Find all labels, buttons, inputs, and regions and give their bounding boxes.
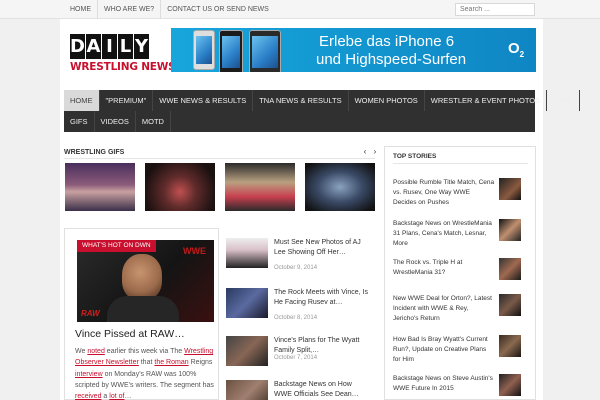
story-title[interactable]: How Bad Is Bray Wyatt's Current Run?, Up… bbox=[393, 335, 495, 365]
logo-letter: I bbox=[102, 34, 117, 59]
featured-title[interactable]: Vince Pissed at RAW… bbox=[75, 328, 185, 340]
logo-subtitle: WRESTLING NEWS bbox=[70, 61, 176, 73]
logo-letter: A bbox=[86, 34, 101, 59]
story-thumbnail[interactable] bbox=[499, 335, 521, 357]
ad-line-2: und Highspeed-Surfen bbox=[316, 51, 467, 68]
nav-motd[interactable]: MOTD bbox=[136, 111, 171, 132]
nav-wwe-news[interactable]: WWE News & Results bbox=[153, 90, 254, 111]
excerpt-text: earlier this week via The bbox=[104, 348, 185, 355]
logo-daily: D A I L Y bbox=[70, 34, 149, 59]
nav-event-photos[interactable]: Wrestler & Event Photos bbox=[425, 90, 548, 111]
article-date: October 9, 2014 bbox=[274, 265, 318, 271]
ad-banner[interactable]: Erlebe das iPhone 6 und Highspeed-Surfen… bbox=[171, 28, 536, 72]
excerpt-text: … bbox=[124, 393, 132, 400]
story-title[interactable]: New WWE Deal for Orton?, Latest Incident… bbox=[393, 294, 495, 324]
prev-arrow-icon[interactable]: ‹ bbox=[361, 148, 369, 156]
inline-link[interactable]: the Roman bbox=[154, 359, 188, 366]
gif-thumbnail[interactable] bbox=[225, 163, 295, 211]
gif-thumbnail[interactable] bbox=[305, 163, 375, 211]
nav-home[interactable]: Home bbox=[64, 90, 100, 111]
nav-women-photos[interactable]: Women Photos bbox=[349, 90, 425, 111]
story-thumbnail[interactable] bbox=[499, 374, 521, 396]
logo-letter: Y bbox=[134, 34, 149, 59]
story-title[interactable]: Backstage News on Steve Austin's WWE Fut… bbox=[393, 374, 495, 394]
nav-premium[interactable]: "Premium" bbox=[100, 90, 154, 111]
article-thumbnail[interactable] bbox=[226, 336, 268, 366]
article-thumbnail[interactable] bbox=[226, 380, 268, 400]
article-thumbnail[interactable] bbox=[226, 288, 268, 318]
top-nav: Home Who are we? Contact us or send news bbox=[64, 0, 275, 19]
gif-thumbnail[interactable] bbox=[65, 163, 135, 211]
excerpt-text: Reigns bbox=[188, 359, 213, 367]
article-title[interactable]: Backstage News on How WWE Officials See … bbox=[274, 380, 370, 399]
article-title[interactable]: Must See New Photos of AJ Lee Showing Of… bbox=[274, 238, 370, 257]
search-input[interactable] bbox=[455, 3, 535, 16]
article-title[interactable]: The Rock Meets with Vince, Is He Facing … bbox=[274, 288, 370, 307]
main-nav: Home "Premium" WWE News & Results TNA Ne… bbox=[64, 90, 581, 132]
ad-line-1: Erlebe das iPhone 6 bbox=[319, 33, 455, 50]
topnav-home[interactable]: Home bbox=[64, 0, 97, 19]
story-title[interactable]: Possible Rumble Title Match, Cena vs. Ru… bbox=[393, 178, 495, 208]
hot-badge: What's hot on DWN bbox=[77, 240, 156, 252]
phone-image bbox=[249, 30, 281, 72]
ad-brand-logo: O2 bbox=[508, 40, 525, 59]
nav-indie[interactable]: Indie bbox=[547, 90, 581, 111]
inline-link[interactable]: lot of bbox=[109, 393, 124, 400]
story-thumbnail[interactable] bbox=[499, 258, 521, 280]
logo-letter: L bbox=[118, 34, 133, 59]
story-thumbnail[interactable] bbox=[499, 294, 521, 316]
gif-thumbnail[interactable] bbox=[145, 163, 215, 211]
inline-link[interactable]: interview bbox=[75, 371, 103, 378]
wrestler-body bbox=[107, 296, 179, 322]
topnav-who-are-we[interactable]: Who are we? bbox=[97, 0, 160, 19]
article-title[interactable]: Vince's Plans for The Wyatt Family Split… bbox=[274, 336, 370, 355]
nav-tna-news[interactable]: TNA News & Results bbox=[253, 90, 349, 111]
nav-gifs[interactable]: Gifs bbox=[64, 111, 95, 132]
story-title[interactable]: Backstage News on WrestleMania 31 Plans,… bbox=[393, 219, 495, 249]
featured-excerpt: We noted earlier this week via The Wrest… bbox=[75, 346, 217, 400]
nav-videos[interactable]: Videos bbox=[95, 111, 136, 132]
inline-link[interactable]: received bbox=[75, 393, 101, 400]
divider bbox=[64, 158, 375, 159]
phone-image bbox=[193, 30, 215, 70]
story-thumbnail[interactable] bbox=[499, 219, 521, 241]
article-date: October 7, 2014 bbox=[274, 355, 318, 361]
next-arrow-icon[interactable]: › bbox=[371, 148, 379, 156]
story-title[interactable]: The Rock vs. Triple H at WrestleMania 31… bbox=[393, 258, 495, 278]
logo-letter: D bbox=[70, 34, 85, 59]
excerpt-text: that bbox=[138, 359, 155, 367]
story-thumbnail[interactable] bbox=[499, 178, 521, 200]
wwe-logo: WWE bbox=[183, 246, 206, 256]
wrestler-face bbox=[122, 254, 162, 300]
article-date: October 8, 2014 bbox=[274, 315, 318, 321]
phone-image bbox=[219, 30, 243, 72]
site-logo[interactable]: D A I L Y WRESTLING NEWS bbox=[70, 34, 176, 76]
featured-image[interactable]: WWE RAW bbox=[77, 240, 214, 322]
sidebar-title: Top Stories bbox=[393, 153, 437, 160]
inline-link[interactable]: noted bbox=[87, 348, 105, 355]
divider bbox=[393, 163, 528, 164]
topnav-contact[interactable]: Contact us or send news bbox=[160, 0, 275, 19]
article-thumbnail[interactable] bbox=[226, 238, 268, 268]
excerpt-text: We bbox=[75, 348, 88, 355]
raw-logo: RAW bbox=[81, 309, 100, 318]
gifs-section-title: Wrestling Gifs bbox=[64, 149, 125, 156]
